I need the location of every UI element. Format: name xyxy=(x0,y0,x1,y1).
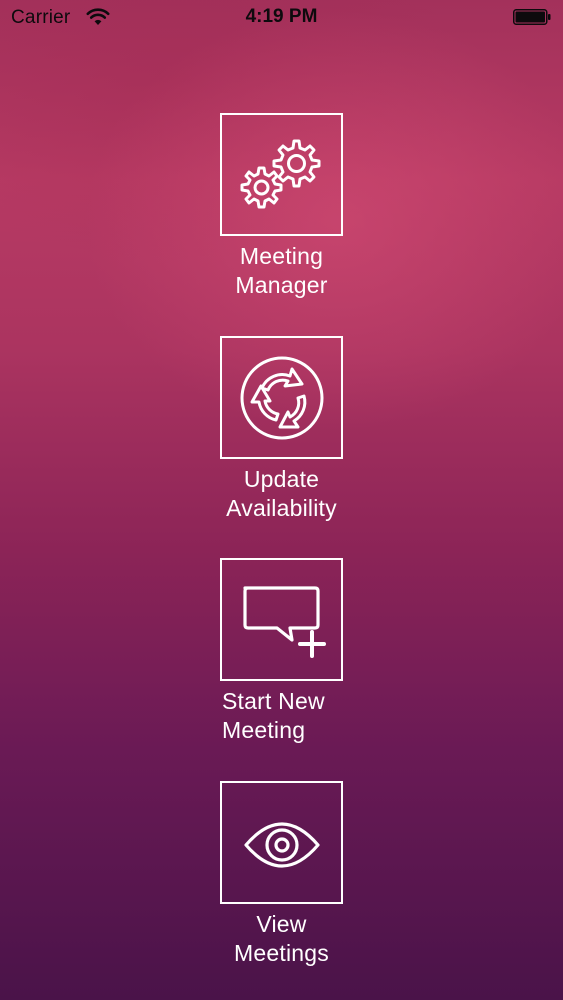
label-line: Meeting xyxy=(222,717,306,743)
start-new-meeting-label: Start New Meeting xyxy=(190,687,373,745)
label-line: Start New xyxy=(222,688,325,714)
label-line: Update xyxy=(243,466,320,492)
view-meetings-label: View Meetings xyxy=(190,910,373,968)
start-new-meeting-button[interactable]: Start New Meeting xyxy=(220,558,343,743)
gears-icon xyxy=(240,139,320,208)
update-availability-button[interactable]: Update Availability xyxy=(220,336,343,521)
refresh-cycle-icon xyxy=(240,356,323,439)
chat-add-icon xyxy=(242,585,326,658)
eye-icon xyxy=(243,821,320,868)
meeting-manager-label: Meeting Manager xyxy=(190,242,373,300)
label-line: Availability xyxy=(226,495,337,521)
update-availability-tile[interactable] xyxy=(220,336,343,459)
start-new-meeting-tile[interactable] xyxy=(220,558,343,681)
meeting-manager-tile[interactable] xyxy=(220,113,343,236)
view-meetings-button[interactable]: View Meetings xyxy=(220,781,343,966)
meeting-manager-button[interactable]: Meeting Manager xyxy=(220,113,343,298)
label-line: Meetings xyxy=(234,940,329,966)
update-availability-label: Update Availability xyxy=(190,465,373,523)
label-line: View xyxy=(256,911,307,937)
view-meetings-tile[interactable] xyxy=(220,781,343,904)
label-line: Meeting xyxy=(239,243,324,269)
label-line: Manager xyxy=(235,272,328,298)
main-menu: Meeting Manager Update Availability Star… xyxy=(0,0,563,1000)
